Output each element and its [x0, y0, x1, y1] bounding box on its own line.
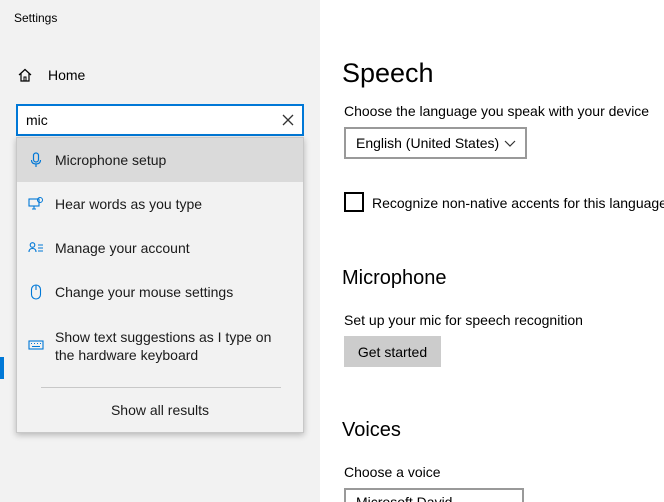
suggestion-hear-words[interactable]: Hear words as you type — [17, 182, 303, 226]
get-started-button[interactable]: Get started — [344, 336, 441, 367]
microphone-icon — [27, 151, 45, 169]
microphone-description: Set up your mic for speech recognition — [344, 312, 583, 328]
sidebar: Settings Home Microphone setup Hear word… — [0, 0, 320, 502]
voice-dropdown-value: Microsoft David — [356, 494, 453, 502]
suggestion-manage-account[interactable]: Manage your account — [17, 226, 303, 270]
sidebar-item-home[interactable]: Home — [16, 64, 85, 86]
suggestion-label: Change your mouse settings — [55, 284, 234, 300]
language-dropdown[interactable]: English (United States) — [344, 127, 527, 159]
language-prompt: Choose the language you speak with your … — [344, 103, 650, 119]
search-input[interactable] — [26, 111, 266, 129]
suggestion-mouse-settings[interactable]: Change your mouse settings — [17, 270, 303, 314]
chevron-down-icon — [503, 136, 517, 150]
account-list-icon — [27, 239, 45, 257]
speech-monitor-icon — [27, 195, 45, 213]
search-box[interactable] — [16, 104, 304, 136]
accents-label: Recognize non-native accents for this la… — [372, 195, 664, 211]
sidebar-item-label: Home — [48, 67, 86, 83]
suggestion-label: Manage your account — [55, 240, 190, 256]
home-icon — [16, 66, 34, 84]
suggestion-label: Microphone setup — [55, 152, 167, 168]
mouse-icon — [27, 283, 45, 301]
keyboard-icon — [27, 336, 45, 354]
window-title: Settings — [14, 11, 58, 25]
suggestion-label-line2: the hardware keyboard — [55, 347, 199, 363]
selected-nav-indicator — [0, 357, 4, 379]
suggestions-divider — [41, 387, 281, 388]
main-content: Speech Choose the language you speak wit… — [320, 0, 664, 502]
suggestion-microphone-setup[interactable]: Microphone setup — [17, 138, 303, 182]
voices-heading: Voices — [342, 419, 401, 441]
suggestion-label-line1: Show text suggestions as I type on — [55, 329, 272, 345]
voice-prompt: Choose a voice — [344, 464, 441, 480]
language-dropdown-value: English (United States) — [356, 135, 500, 151]
page-title: Speech — [342, 58, 434, 88]
suggestion-label: Hear words as you type — [55, 196, 203, 212]
suggestion-text-suggestions[interactable]: Show text suggestions as I type on the h… — [17, 314, 303, 376]
microphone-heading: Microphone — [342, 267, 447, 289]
accents-checkbox[interactable] — [344, 192, 364, 212]
show-all-results-link[interactable]: Show all results — [17, 402, 303, 418]
voice-dropdown[interactable]: Microsoft David — [344, 488, 524, 502]
clear-search-icon[interactable] — [280, 112, 296, 128]
search-suggestions: Microphone setup Hear words as you type … — [16, 137, 304, 433]
